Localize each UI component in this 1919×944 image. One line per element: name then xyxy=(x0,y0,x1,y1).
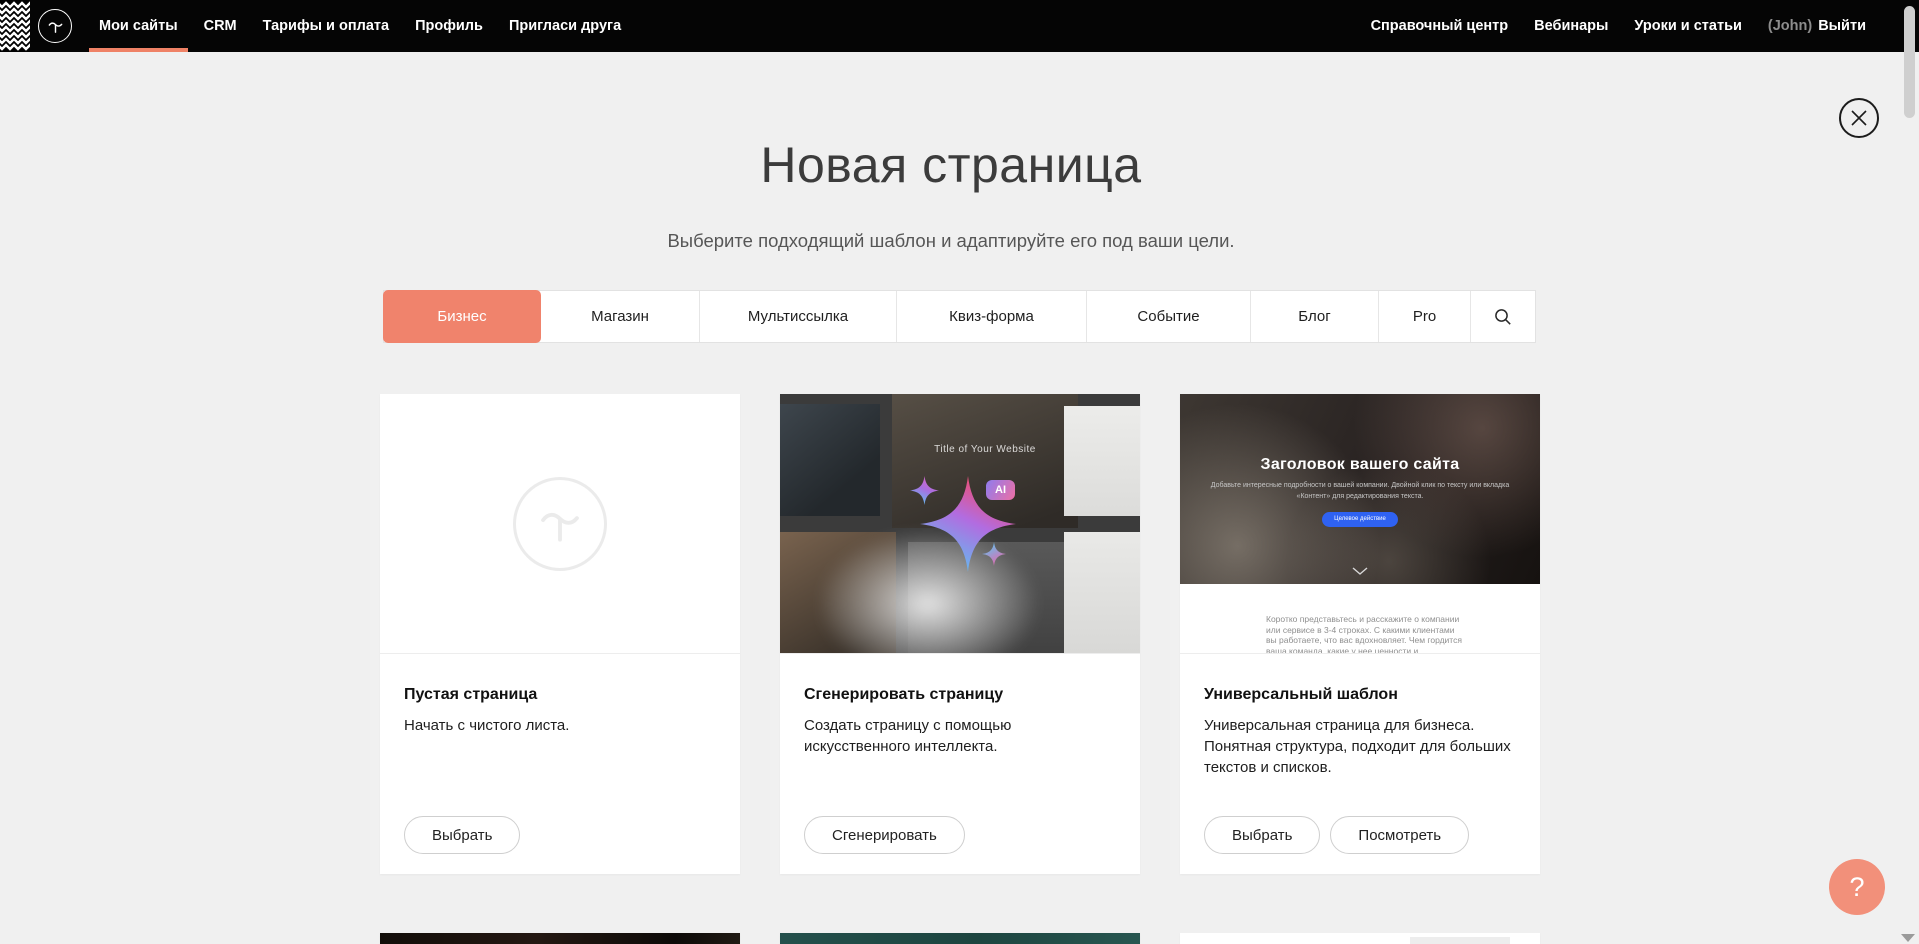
tab-quiz-form[interactable]: Квиз-форма xyxy=(897,291,1087,342)
close-icon xyxy=(1850,109,1868,127)
tilda-watermark xyxy=(513,477,607,571)
active-nav-underline xyxy=(89,48,188,52)
tab-label: Блог xyxy=(1298,308,1330,325)
card-ai-generate: Title of Your Website AI xyxy=(780,394,1140,874)
logout-label: Выйти xyxy=(1818,18,1866,34)
tab-event[interactable]: Событие xyxy=(1087,291,1251,342)
scrollbar-down-arrow[interactable] xyxy=(1901,934,1915,942)
generate-button[interactable]: Сгенерировать xyxy=(804,816,965,854)
tilda-logo-icon xyxy=(46,17,65,36)
question-mark: ? xyxy=(1849,872,1864,903)
nav-item-label: CRM xyxy=(204,18,237,34)
navbar-left-menu: Мои сайты CRM Тарифы и оплата Профиль Пр… xyxy=(86,0,634,52)
search-icon xyxy=(1494,308,1512,326)
tilda-watermark-icon xyxy=(534,498,586,550)
nav-item-my-sites[interactable]: Мои сайты xyxy=(86,0,191,52)
tab-pro[interactable]: Pro xyxy=(1379,291,1471,342)
template-hero-text: Добавьте интересные подробности о вашей … xyxy=(1205,481,1515,503)
template-cards-row: Пустая страница Начать с чистого листа. … xyxy=(380,394,1540,874)
card-partial[interactable] xyxy=(780,933,1140,944)
template-hero-button: Целевое действие xyxy=(1322,512,1398,527)
card-buttons: Выбрать xyxy=(404,816,520,854)
ai-preview[interactable]: Title of Your Website AI xyxy=(780,394,1140,653)
card-description: Начать с чистого листа. xyxy=(404,715,714,736)
preview-tile xyxy=(1064,406,1140,516)
template-body: Коротко представьтесь и расскажите о ком… xyxy=(1180,584,1540,653)
card-partial[interactable] xyxy=(1180,933,1540,944)
tab-label: Магазин xyxy=(591,308,649,325)
card-partial[interactable] xyxy=(380,933,740,944)
template-hero: Заголовок вашего сайта Добавьте интересн… xyxy=(1180,394,1540,584)
card-partial-preview xyxy=(780,933,1140,944)
tab-label: Мультиссылка xyxy=(748,308,848,325)
tab-label: Pro xyxy=(1413,308,1436,325)
nav-item-label: Вебинары xyxy=(1534,18,1608,34)
select-button[interactable]: Выбрать xyxy=(404,816,520,854)
card-info: Универсальный шаблон Универсальная стран… xyxy=(1180,654,1540,874)
card-buttons: Выбрать Посмотреть xyxy=(1204,816,1469,854)
nav-item-label: Пригласи друга xyxy=(509,18,621,34)
tab-search[interactable] xyxy=(1471,291,1535,342)
preview-tile xyxy=(780,404,880,516)
page-title: Новая страница xyxy=(0,136,1902,194)
template-body-text: Коротко представьтесь и расскажите о ком… xyxy=(1266,614,1462,653)
nav-item-label: Справочный центр xyxy=(1371,18,1509,34)
nav-item-tariffs[interactable]: Тарифы и оплата xyxy=(250,0,402,52)
template-hero-title: Заголовок вашего сайта xyxy=(1180,456,1540,474)
nav-item-invite-friend[interactable]: Пригласи друга xyxy=(496,0,634,52)
nav-item-webinars[interactable]: Вебинары xyxy=(1521,0,1621,52)
view-button[interactable]: Посмотреть xyxy=(1330,816,1469,854)
tab-label: Событие xyxy=(1137,308,1199,325)
card-description: Создать страницу с помощью искусственног… xyxy=(804,715,1114,757)
tab-blog[interactable]: Блог xyxy=(1251,291,1379,342)
tilda-logo[interactable] xyxy=(38,9,72,43)
card-universal-template: Заголовок вашего сайта Добавьте интересн… xyxy=(1180,394,1540,874)
card-buttons: Сгенерировать xyxy=(804,816,965,854)
sparkle-icon xyxy=(982,542,1006,566)
nav-item-help-center[interactable]: Справочный центр xyxy=(1358,0,1522,52)
nav-item-label: Мои сайты xyxy=(99,18,178,34)
template-cards-row-partial xyxy=(380,933,1540,944)
nav-item-crm[interactable]: CRM xyxy=(191,0,250,52)
preview-tile xyxy=(1064,532,1140,653)
card-title: Универсальный шаблон xyxy=(1204,686,1516,704)
nav-item-profile[interactable]: Профиль xyxy=(402,0,496,52)
tab-label: Бизнес xyxy=(437,308,486,325)
universal-template-preview[interactable]: Заголовок вашего сайта Добавьте интересн… xyxy=(1180,394,1540,653)
nav-item-label: Профиль xyxy=(415,18,483,34)
chevron-down-icon xyxy=(1352,567,1368,575)
page-subtitle: Выберите подходящий шаблон и адаптируйте… xyxy=(0,230,1902,252)
template-category-tabs: Бизнес Магазин Мультиссылка Квиз-форма С… xyxy=(383,290,1536,343)
card-info: Сгенерировать страницу Создать страницу … xyxy=(780,654,1140,874)
user-name: (John) xyxy=(1768,18,1812,34)
nav-item-label: Уроки и статьи xyxy=(1634,18,1741,34)
scrollbar-thumb[interactable] xyxy=(1904,6,1915,118)
nav-item-label: Тарифы и оплата xyxy=(263,18,389,34)
card-description: Универсальная страница для бизнеса. Поня… xyxy=(1204,715,1514,778)
card-partial-preview xyxy=(380,933,740,944)
tab-multilink[interactable]: Мультиссылка xyxy=(700,291,897,342)
nav-item-logout[interactable]: (John) Выйти xyxy=(1755,0,1879,52)
help-button[interactable]: ? xyxy=(1829,859,1885,915)
card-blank-page: Пустая страница Начать с чистого листа. … xyxy=(380,394,740,874)
tab-business[interactable]: Бизнес xyxy=(383,290,541,343)
select-button[interactable]: Выбрать xyxy=(1204,816,1320,854)
tab-label: Квиз-форма xyxy=(949,308,1034,325)
tab-shop[interactable]: Магазин xyxy=(541,291,700,342)
card-title: Пустая страница xyxy=(404,686,716,704)
navbar-right-menu: Справочный центр Вебинары Уроки и статьи… xyxy=(1358,0,1879,52)
nav-item-lessons[interactable]: Уроки и статьи xyxy=(1621,0,1754,52)
zigzag-pattern xyxy=(0,0,30,52)
top-navbar: Мои сайты CRM Тарифы и оплата Профиль Пр… xyxy=(0,0,1919,52)
card-title: Сгенерировать страницу xyxy=(804,686,1116,704)
close-button[interactable] xyxy=(1839,98,1879,138)
card-partial-ghost xyxy=(1410,937,1510,944)
card-info: Пустая страница Начать с чистого листа. … xyxy=(380,654,740,874)
card-partial-preview xyxy=(1180,933,1540,944)
blank-page-preview[interactable] xyxy=(380,394,740,653)
